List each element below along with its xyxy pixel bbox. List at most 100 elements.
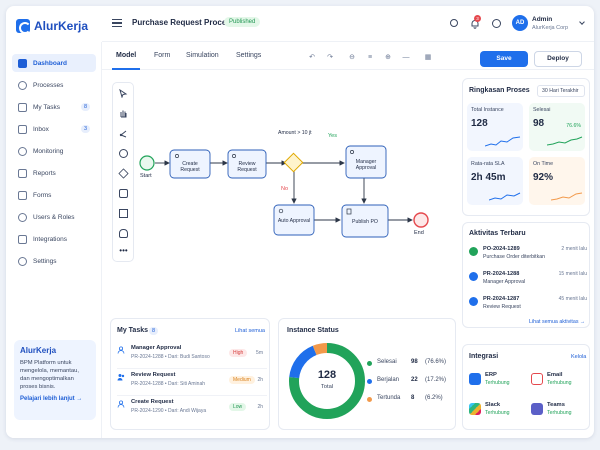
logo[interactable]: AlurKerja	[16, 16, 100, 36]
undo-icon[interactable]: ↶	[308, 54, 316, 62]
page-title: Purchase Request Process	[132, 18, 236, 27]
user-icon	[469, 272, 478, 281]
legend-dot	[367, 379, 372, 384]
activity-id: PR-2024-1287	[483, 296, 520, 302]
legend-percentage: (6.2%)	[425, 395, 443, 401]
integration-erp[interactable]: ERP Terhubung	[469, 371, 525, 393]
summary-title: Ringkasan Proses	[469, 87, 530, 94]
users-icon	[117, 374, 125, 381]
tab-settings[interactable]: Settings	[236, 52, 261, 59]
search-icon[interactable]	[450, 19, 458, 27]
metric-label: On Time	[533, 161, 554, 167]
more-icon[interactable]: —	[402, 54, 410, 62]
manage-integrations-link[interactable]: Kelola	[571, 354, 586, 360]
legend-dot	[367, 361, 372, 366]
gear-icon	[18, 256, 27, 266]
learn-more-link[interactable]: Pelajari lebih lanjut →	[20, 396, 90, 402]
gateway-condition-label: Amount > 10 jt	[278, 130, 312, 136]
legend-percentage: (17.2%)	[425, 377, 447, 383]
integration-status: Terhubung	[485, 380, 510, 386]
manager-approval-label: Manager Approval	[355, 159, 377, 171]
save-button[interactable]: Save	[480, 51, 528, 67]
help-icon[interactable]	[492, 19, 501, 28]
integration-teams[interactable]: Teams Terhubung	[531, 401, 587, 423]
legend-selesai: Selesai 98 (76.6%)	[367, 359, 453, 369]
integrations-title: Integrasi	[469, 353, 499, 360]
metric-label: Total Instance	[471, 107, 504, 113]
sidebar-item-monitoring[interactable]: Monitoring	[12, 142, 96, 160]
legend-label: Tertunda	[377, 395, 401, 401]
metric-percentage: 76.6%	[566, 123, 581, 129]
chevron-down-icon[interactable]	[579, 19, 585, 25]
sidebar-item-processes[interactable]: Processes	[12, 76, 96, 94]
process-canvas[interactable]: ••• Start Create Request Review Request …	[106, 74, 454, 306]
grid-icon[interactable]: ▦	[424, 54, 432, 62]
end-event	[413, 212, 429, 228]
sidebar-item-label: Integrations	[33, 235, 67, 243]
promo-title: AlurKerja	[20, 346, 57, 355]
start-event	[139, 155, 155, 171]
topbar: Purchase Request Process Published 3 AD …	[102, 6, 594, 42]
donut-total-label: Total	[320, 384, 334, 390]
metric-value: 92%	[533, 172, 554, 183]
zoom-in-icon[interactable]: ⊕	[384, 54, 392, 62]
activity-id: PR-2024-1288	[483, 271, 520, 277]
user-icon	[117, 400, 125, 408]
trend-sparkline	[485, 136, 521, 147]
user-name: Admin	[532, 16, 553, 23]
task-row[interactable]: Review Request PR-2024-1288 • Dari: Siti…	[117, 370, 267, 396]
tab-model[interactable]: Model	[116, 52, 136, 59]
end-label: End	[414, 230, 424, 236]
sidebar-item-my-tasks[interactable]: My Tasks 8	[12, 98, 96, 116]
users-icon	[18, 212, 27, 222]
tab-simulation[interactable]: Simulation	[186, 52, 219, 59]
sidebar-item-label: Reports	[33, 169, 56, 177]
activity-item[interactable]: PR-2024-1288 Manager Approval 15 menit l…	[469, 270, 587, 292]
sidebar: Dashboard Processes My Tasks 8 Inbox 3 M…	[6, 42, 102, 438]
link-icon	[18, 234, 27, 244]
tab-form[interactable]: Form	[154, 52, 170, 59]
sidebar-item-label: Users & Roles	[33, 213, 75, 221]
activity-desc: Manager Approval	[483, 279, 526, 285]
activity-time: 2 menit lalu	[561, 246, 587, 252]
checkbox-icon	[18, 102, 27, 112]
menu-icon[interactable]	[112, 19, 122, 27]
period-select[interactable]: 30 Hari Terakhir	[537, 85, 585, 97]
sidebar-item-dashboard[interactable]: Dashboard	[12, 54, 96, 72]
process-summary-card: Ringkasan Proses 30 Hari Terakhir Total …	[462, 78, 590, 216]
metric-value: 2h 45m	[471, 172, 506, 183]
sidebar-item-inbox[interactable]: Inbox 3	[12, 120, 96, 138]
amount-gateway	[283, 152, 304, 173]
user-org: AlurKerja Corp	[532, 25, 569, 31]
task-row[interactable]: Manager Approval PR-2024-1288 • Dari: Bu…	[117, 343, 267, 369]
trend-sparkline	[551, 192, 583, 201]
legend-label: Berjalan	[377, 377, 400, 383]
task-meta: PR-2024-1288 • Dari: Siti Aminah	[131, 381, 206, 387]
fit-icon[interactable]: ≡	[366, 54, 374, 62]
integration-status: Terhubung	[547, 410, 572, 416]
active-tab-indicator	[112, 68, 140, 70]
metric-label: Rata-rata SLA	[471, 161, 505, 167]
no-label: No	[281, 186, 289, 192]
task-row[interactable]: Create Request PR-2024-1290 • Dari: Andi…	[117, 397, 267, 423]
sidebar-item-integrations[interactable]: Integrations	[12, 230, 96, 248]
zoom-out-icon[interactable]: ⊖	[348, 54, 356, 62]
sidebar-item-reports[interactable]: Reports	[12, 164, 96, 182]
see-all-tasks-link[interactable]: Lihat semua	[235, 328, 265, 334]
activity-title: Aktivitas Terbaru	[469, 230, 526, 237]
teams-logo-icon	[531, 403, 543, 415]
activity-item[interactable]: PR-2024-1287 Review Request 45 menit lal…	[469, 295, 587, 317]
integration-slack[interactable]: Slack Terhubung	[469, 401, 525, 423]
redo-icon[interactable]: ↷	[326, 54, 334, 62]
sidebar-item-forms[interactable]: Forms	[12, 186, 96, 204]
deploy-button[interactable]: Deploy	[534, 51, 582, 67]
integration-email[interactable]: Email Terhubung	[531, 371, 587, 393]
activity-item[interactable]: PO-2024-1289 Purchase Order diterbitkan …	[469, 245, 587, 267]
inbox-count-badge: 3	[80, 125, 90, 133]
sidebar-item-users-roles[interactable]: Users & Roles	[12, 208, 96, 226]
avatar[interactable]: AD	[512, 15, 528, 31]
see-all-activity-link[interactable]: Lihat semua aktivitas →	[529, 319, 585, 325]
promo-text: BPM Platform untuk mengelola, memantau, …	[20, 360, 79, 390]
publish-po-label: Publish PO	[352, 219, 378, 225]
sidebar-item-settings[interactable]: Settings	[12, 252, 96, 270]
